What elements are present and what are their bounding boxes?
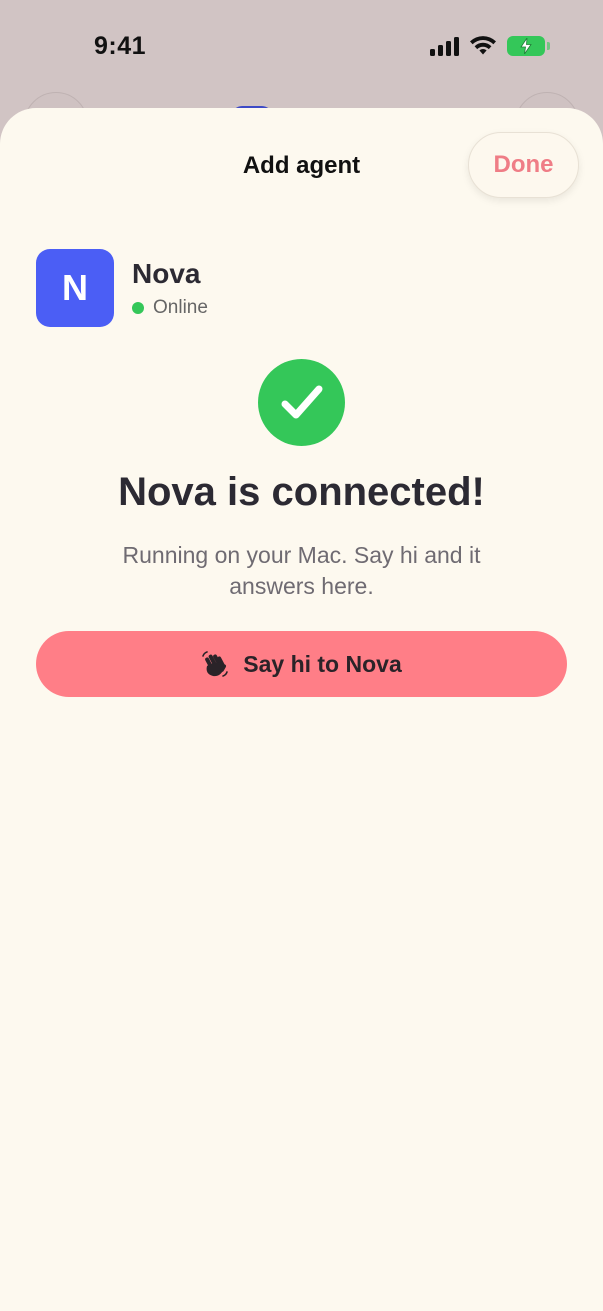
agent-status: Online <box>132 297 208 319</box>
connected-subtext: Running on your Mac. Say hi and it answe… <box>122 542 481 599</box>
say-hi-button[interactable]: Say hi to Nova <box>36 631 567 697</box>
say-hi-label: Say hi to Nova <box>243 650 402 677</box>
waving-hand-icon <box>201 650 229 678</box>
check-icon <box>258 359 345 446</box>
wifi-icon <box>470 36 496 55</box>
agent-avatar: N <box>36 249 114 327</box>
status-time: 9:41 <box>94 32 147 60</box>
agent-name: Nova <box>132 258 201 289</box>
battery-icon <box>507 36 550 56</box>
cellular-signal-icon <box>430 36 459 56</box>
connected-headline: Nova is connected! <box>118 470 485 514</box>
agent-status-text: Online <box>153 297 208 318</box>
add-agent-sheet: Add agent Done N Nova Online Nova is con… <box>0 108 603 1311</box>
status-icons <box>430 36 550 56</box>
done-button[interactable]: Done <box>468 132 579 198</box>
online-status-dot <box>132 302 144 314</box>
status-bar: 9:41 <box>0 0 603 98</box>
charging-bolt-icon <box>520 38 532 54</box>
